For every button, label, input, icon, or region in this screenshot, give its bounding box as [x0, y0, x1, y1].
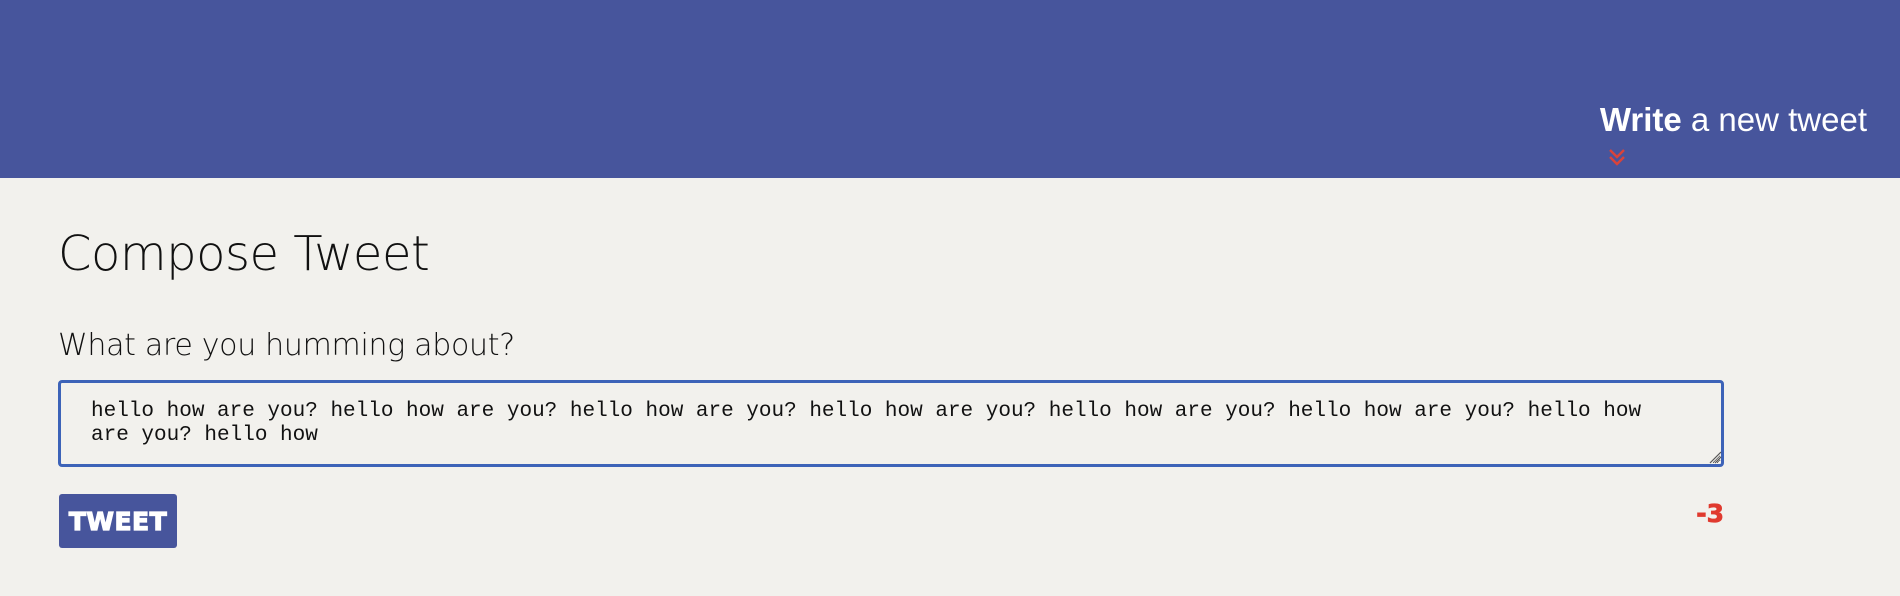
character-counter: -3 [1696, 499, 1725, 529]
page-title: Compose Tweet [58, 226, 430, 282]
resize-handle-icon[interactable] [1708, 450, 1722, 464]
write-label-bold: Write [1599, 101, 1682, 138]
double-chevron-down-icon[interactable] [1607, 148, 1627, 168]
tweet-textarea-label: What are you humming about? [58, 328, 515, 363]
tweet-button[interactable]: TWEET [59, 494, 177, 548]
write-label-rest: a new tweet [1681, 101, 1867, 138]
tweet-textarea[interactable]: hello how are you? hello how are you? he… [58, 380, 1724, 467]
top-nav: Write a new tweet [0, 0, 1900, 178]
write-new-tweet-toggle[interactable]: Write a new tweet [1600, 100, 1867, 140]
